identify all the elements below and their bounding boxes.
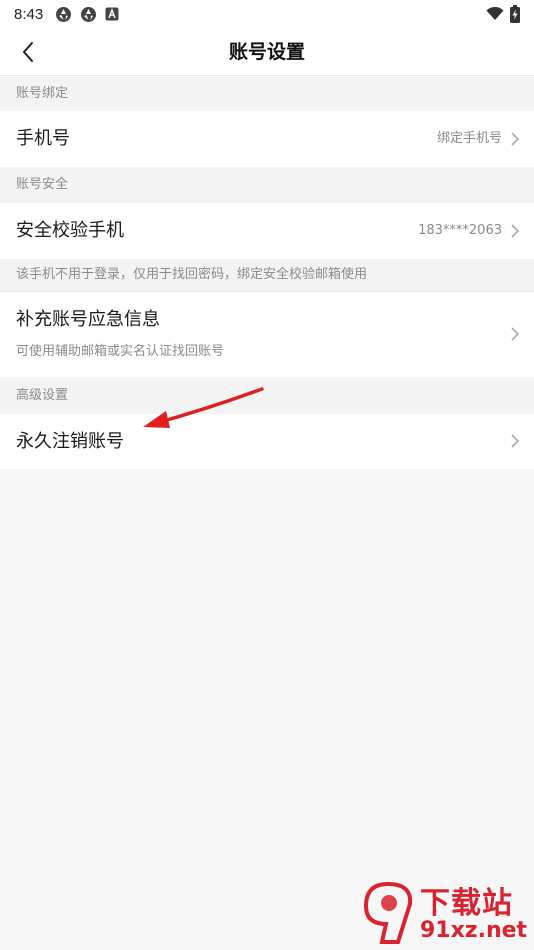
chevron-right-icon xyxy=(511,224,520,238)
chevron-left-icon xyxy=(22,42,33,62)
delete-account-row[interactable]: 永久注销账号 xyxy=(0,414,534,469)
delete-account-label: 永久注销账号 xyxy=(16,431,124,452)
verify-phone-value: 183****2063 xyxy=(418,223,502,238)
watermark-domain-text: 91xz.net xyxy=(420,918,528,943)
verify-phone-note: 该手机不用于登录，仅用于找回密码，绑定安全校验邮箱使用 xyxy=(0,259,534,291)
page-title: 账号设置 xyxy=(228,41,305,63)
battery-charging-icon xyxy=(510,5,520,23)
bind-phone-value: 绑定手机号 xyxy=(436,131,502,146)
watermark-brand-text: 下载站 xyxy=(420,886,513,921)
watermark-logo: 下载站 91xz.net xyxy=(358,876,528,948)
status-icons-right xyxy=(486,5,520,23)
section-header-advanced: 高级设置 xyxy=(0,377,534,414)
section-header-security: 账号安全 xyxy=(0,167,534,203)
aperture-icon xyxy=(81,6,97,22)
section-header-binding: 账号绑定 xyxy=(0,77,534,111)
chevron-right-icon xyxy=(511,132,520,146)
app-a-icon xyxy=(105,7,119,21)
verify-phone-label: 安全校验手机 xyxy=(16,220,124,241)
app-header: 账号设置 xyxy=(0,28,534,76)
emergency-info-row[interactable]: 补充账号应急信息 可使用辅助邮箱或实名认证找回账号 xyxy=(0,292,534,377)
account-settings-screen: 8:43 账号设置 账号绑定 手机号 绑定手机号 账号安全 安全校验手机 183… xyxy=(0,0,534,950)
emergency-info-label: 补充账号应急信息 xyxy=(16,309,160,330)
back-button[interactable] xyxy=(8,32,48,72)
aperture-icon xyxy=(56,6,72,22)
status-icons-left xyxy=(55,6,119,23)
status-bar: 8:43 xyxy=(0,0,534,28)
status-time: 8:43 xyxy=(14,5,44,23)
phone-number-label: 手机号 xyxy=(16,128,70,149)
chevron-right-icon xyxy=(511,327,520,341)
emergency-info-subtitle: 可使用辅助邮箱或实名认证找回账号 xyxy=(16,344,225,359)
wifi-icon xyxy=(486,7,504,20)
verify-phone-row[interactable]: 安全校验手机 183****2063 xyxy=(0,203,534,259)
chevron-right-icon xyxy=(511,434,520,448)
phone-number-row[interactable]: 手机号 绑定手机号 xyxy=(0,111,534,167)
